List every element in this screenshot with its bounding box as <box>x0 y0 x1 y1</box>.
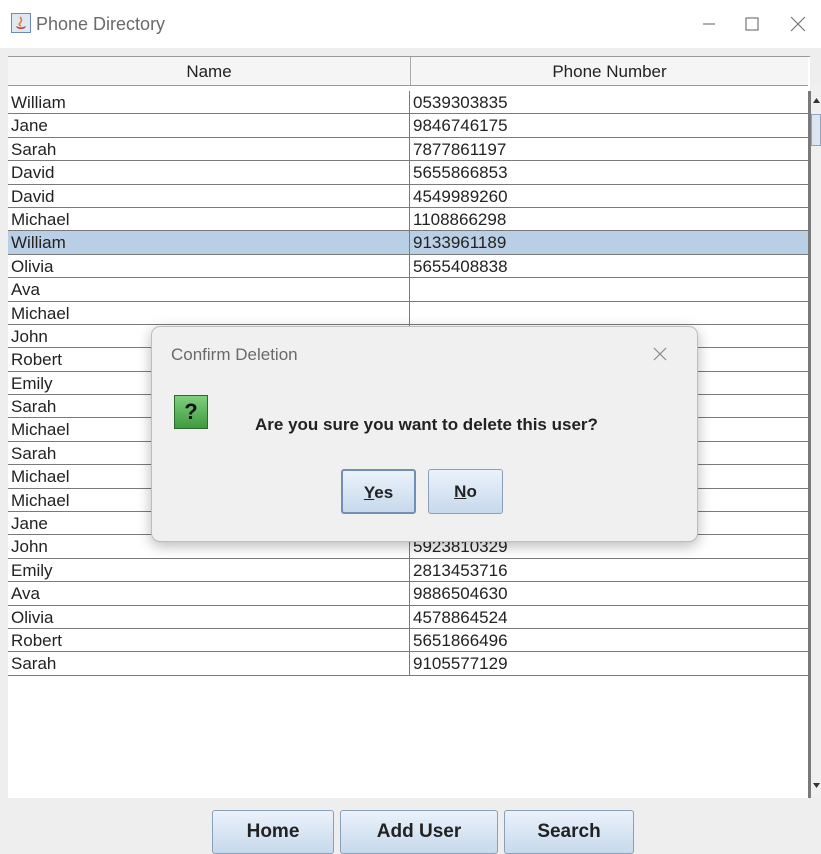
name-cell: Jane <box>8 114 410 138</box>
phone-cell <box>410 302 808 325</box>
close-icon <box>653 347 667 361</box>
name-cell: Michael <box>8 301 410 325</box>
phone-cell: 9886504630 <box>413 584 508 604</box>
phone-cell: 0539303835 <box>413 93 508 112</box>
phone-cell: 5655408838 <box>413 256 508 276</box>
yes-label: es <box>374 483 394 502</box>
table-row[interactable]: David 5655866853 <box>8 161 808 185</box>
table-row[interactable]: David 4549989260 <box>8 184 808 208</box>
yes-button[interactable]: Yes <box>341 469 416 514</box>
table-header: Name Phone Number <box>8 57 808 86</box>
dialog-close-button[interactable] <box>649 343 671 365</box>
dialog-message: Are you sure you want to delete this use… <box>255 415 598 434</box>
scroll-up-arrow-icon[interactable] <box>812 94 821 106</box>
title-bar: Phone Directory <box>0 0 821 48</box>
name-cell: Ava <box>8 278 410 302</box>
home-button[interactable]: Home <box>212 810 334 854</box>
scroll-down-arrow-icon[interactable] <box>812 780 821 792</box>
phone-cell: 9133961189 <box>413 233 507 253</box>
table-row[interactable]: Michael <box>8 301 808 325</box>
phone-cell: 9105577129 <box>413 654 508 674</box>
name-cell: William <box>8 91 410 114</box>
table-row[interactable]: Robert 5651866496 <box>8 628 808 653</box>
bottom-button-bar: Home Add User Search <box>0 798 821 854</box>
table-row[interactable]: Sarah 7877861197 <box>8 137 808 162</box>
column-header-name[interactable]: Name <box>8 57 410 85</box>
scrollbar-thumb[interactable] <box>811 114 821 146</box>
no-button[interactable]: No <box>428 469 503 514</box>
table-row[interactable]: Ava 9886504630 <box>8 582 808 606</box>
phone-cell <box>410 278 808 301</box>
table-row[interactable]: Sarah 9105577129 <box>8 652 808 676</box>
vertical-scrollbar[interactable] <box>811 84 821 796</box>
phone-cell: 5655866853 <box>413 163 508 183</box>
name-cell: David <box>8 184 410 208</box>
dialog-title: Confirm Deletion <box>171 345 298 364</box>
table-row[interactable]: Emily 2813453716 <box>8 558 808 583</box>
no-label: o <box>466 482 477 501</box>
close-button[interactable] <box>783 10 813 38</box>
name-cell: Emily <box>8 558 410 582</box>
name-cell: Michael <box>8 207 410 231</box>
name-cell: William <box>8 231 410 255</box>
name-cell: Olivia <box>8 605 410 629</box>
java-app-icon <box>11 13 31 33</box>
phone-cell: 9846746175 <box>413 116 508 136</box>
name-cell: David <box>8 161 410 185</box>
table-row[interactable]: Olivia 5655408838 <box>8 254 808 279</box>
question-icon: ? <box>174 395 208 429</box>
table-row[interactable]: Jane 9846746175 <box>8 114 808 138</box>
window-title: Phone Directory <box>36 14 166 34</box>
add-user-button[interactable]: Add User <box>340 810 498 854</box>
name-cell: Sarah <box>8 652 410 676</box>
phone-cell: 4578864524 <box>413 607 508 627</box>
table-row[interactable]: William 9133961189 <box>8 231 808 255</box>
phone-cell: 2813453716 <box>413 560 508 580</box>
column-header-phone[interactable]: Phone Number <box>410 57 808 85</box>
table-row[interactable]: Ava <box>8 278 808 302</box>
search-button[interactable]: Search <box>504 810 634 854</box>
no-mnemonic: N <box>454 482 467 501</box>
phone-cell: 1108866298 <box>413 209 507 229</box>
confirm-deletion-dialog: Confirm Deletion ? Are you sure you want… <box>151 326 698 542</box>
name-cell: Ava <box>8 582 410 606</box>
close-icon <box>790 16 806 32</box>
phone-cell: 4549989260 <box>413 186 508 206</box>
phone-cell: 5651866496 <box>413 630 508 650</box>
phone-cell: 7877861197 <box>413 139 507 159</box>
table-row[interactable]: Olivia 4578864524 <box>8 605 808 629</box>
name-cell: Sarah <box>8 137 410 161</box>
name-cell: Olivia <box>8 254 410 278</box>
minimize-icon <box>703 23 715 25</box>
table-row[interactable]: William 0539303835 <box>8 91 808 115</box>
maximize-button[interactable] <box>737 10 767 38</box>
maximize-icon <box>745 17 759 31</box>
minimize-button[interactable] <box>694 10 724 38</box>
yes-mnemonic: Y <box>363 483 375 502</box>
table-row[interactable]: Michael 1108866298 <box>8 207 808 232</box>
name-cell: Robert <box>8 628 410 652</box>
